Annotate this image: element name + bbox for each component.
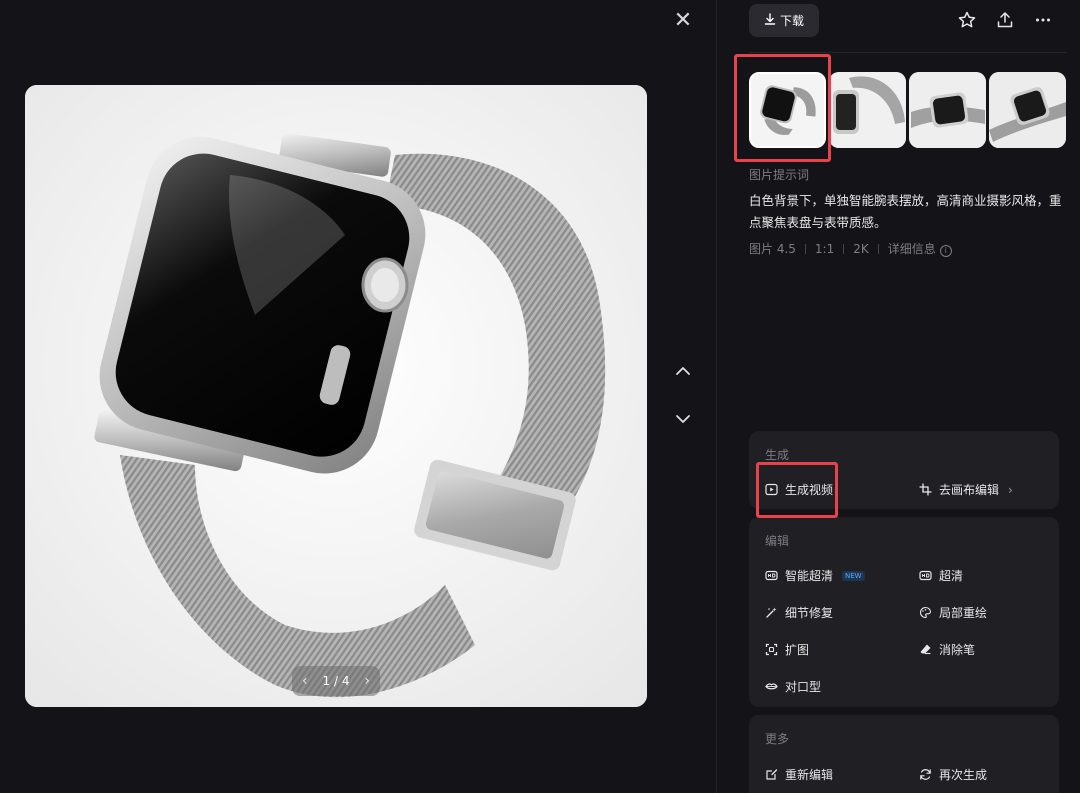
chevron-down-icon[interactable] bbox=[672, 408, 694, 430]
download-label: 下载 bbox=[779, 14, 804, 28]
eraser-label: 消除笔 bbox=[939, 643, 976, 657]
edit-title: 编辑 bbox=[765, 534, 790, 548]
meta-ratio: 1:1 bbox=[814, 241, 835, 256]
more-icon[interactable] bbox=[1033, 10, 1053, 30]
magic-wand-icon bbox=[765, 606, 778, 619]
thumbnail-strip bbox=[749, 72, 1066, 148]
smartwatch-image bbox=[25, 85, 647, 707]
meta-model: 图片 4.5 bbox=[749, 242, 796, 256]
thumbnail-3[interactable] bbox=[909, 72, 986, 148]
prompt-text: 白色背景下，单独智能腕表摆放，高清商业摄影风格，重点聚焦表盘与表带质感。 bbox=[749, 193, 1062, 230]
share-icon[interactable] bbox=[995, 10, 1015, 30]
more-card: 更多 重新编辑 再次生成 bbox=[749, 715, 1059, 793]
palette-icon bbox=[919, 606, 932, 619]
meta-resolution: 2K bbox=[853, 241, 869, 256]
new-badge: NEW bbox=[842, 570, 865, 581]
thumbnail-2[interactable] bbox=[829, 72, 906, 148]
meta-separator bbox=[877, 243, 879, 254]
generate-video-label: 生成视频 bbox=[785, 483, 834, 497]
hd-icon bbox=[919, 569, 932, 582]
lipsync-label: 对口型 bbox=[785, 680, 822, 694]
download-icon bbox=[764, 13, 776, 28]
generate-card: 生成 生成视频 去画布编辑 › bbox=[749, 431, 1059, 509]
hd-plus-icon bbox=[765, 569, 778, 582]
inpaint-label: 局部重绘 bbox=[939, 606, 988, 620]
prompt-label: 图片提示词 bbox=[749, 168, 810, 182]
more-title: 更多 bbox=[765, 732, 790, 746]
edit-icon bbox=[765, 768, 778, 781]
reedit-button[interactable]: 重新编辑 bbox=[765, 766, 833, 783]
thumbnail-4[interactable] bbox=[989, 72, 1066, 148]
eraser-icon bbox=[919, 643, 932, 656]
detail-fix-label: 细节修复 bbox=[785, 606, 834, 620]
meta-separator bbox=[843, 243, 845, 254]
inpaint-button[interactable]: 局部重绘 bbox=[919, 604, 987, 621]
meta-separator bbox=[804, 243, 806, 254]
close-icon[interactable]: ✕ bbox=[672, 10, 694, 32]
top-toolbar: 下载 bbox=[749, 4, 1066, 38]
expand-button[interactable]: 扩图 bbox=[765, 641, 809, 658]
eraser-button[interactable]: 消除笔 bbox=[919, 641, 975, 658]
info-icon: i bbox=[939, 245, 952, 257]
detail-fix-button[interactable]: 细节修复 bbox=[765, 604, 833, 621]
image-pager: ‹ 1 / 4 › bbox=[292, 666, 380, 696]
reedit-label: 重新编辑 bbox=[785, 768, 834, 782]
detail-panel: 下载 图片提示词 白色背景下，单独智能腕表摆放，高清商业摄影风格，重点聚焦表盘与… bbox=[716, 0, 1080, 793]
hd-button[interactable]: 超清 bbox=[919, 567, 963, 584]
expand-label: 扩图 bbox=[785, 643, 810, 657]
hd-label: 超清 bbox=[939, 569, 964, 583]
play-icon bbox=[765, 483, 778, 496]
regenerate-button[interactable]: 再次生成 bbox=[919, 766, 987, 783]
thumbnail-1[interactable] bbox=[749, 72, 826, 148]
crop-icon bbox=[919, 483, 932, 496]
smart-hd-button[interactable]: 智能超清 NEW bbox=[765, 567, 865, 584]
download-button[interactable]: 下载 bbox=[749, 4, 819, 37]
refresh-icon bbox=[919, 768, 932, 781]
canvas-edit-label: 去画布编辑 bbox=[939, 483, 1000, 497]
image-meta: 图片 4.5 1:1 2K 详细信息 i bbox=[749, 240, 952, 257]
generate-title: 生成 bbox=[765, 448, 790, 462]
chevron-right-icon: › bbox=[1008, 482, 1013, 497]
regenerate-label: 再次生成 bbox=[939, 768, 988, 782]
meta-details-link[interactable]: 详细信息 i bbox=[888, 240, 952, 257]
pager-text: 1 / 4 bbox=[322, 674, 350, 688]
edit-card: 编辑 智能超清 NEW 超清 细节修复 局部重绘 扩图 消除笔 对口型 bbox=[749, 517, 1059, 707]
lips-icon bbox=[765, 680, 778, 693]
expand-icon bbox=[765, 643, 778, 656]
generate-video-button[interactable]: 生成视频 bbox=[765, 481, 833, 498]
chevron-up-icon[interactable] bbox=[672, 360, 694, 382]
chevron-right-icon[interactable]: › bbox=[364, 673, 370, 689]
toolbar-divider bbox=[749, 52, 1066, 53]
lipsync-button[interactable]: 对口型 bbox=[765, 678, 821, 695]
chevron-left-icon[interactable]: ‹ bbox=[302, 673, 308, 689]
canvas-edit-button[interactable]: 去画布编辑 › bbox=[919, 481, 1013, 498]
smart-hd-label: 智能超清 bbox=[785, 569, 834, 583]
star-icon[interactable] bbox=[957, 10, 977, 30]
main-image bbox=[25, 85, 647, 707]
